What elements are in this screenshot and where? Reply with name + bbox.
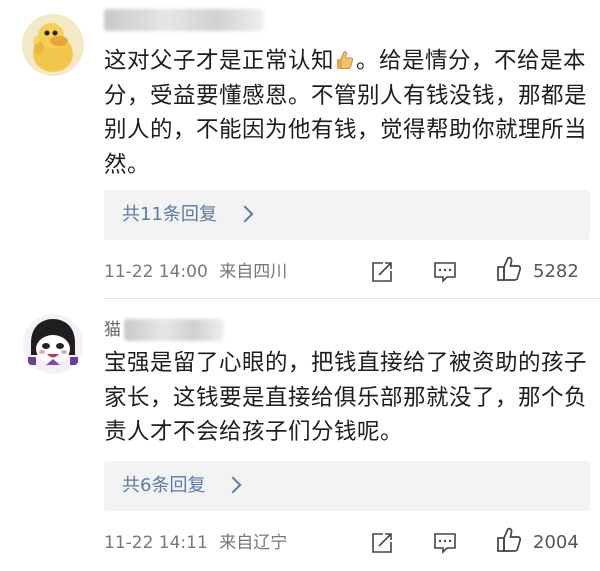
thumbs-up-emoji-icon (337, 51, 354, 69)
thumbs-up-icon (497, 256, 522, 281)
like-count: 2004 (533, 532, 579, 553)
username[interactable]: 猫 (104, 318, 121, 342)
thumbs-up-icon (497, 527, 522, 552)
comment-text: 宝强是留了心眼的，把钱直接给了被资助的孩子家长，这钱要是直接给俱乐部那就没了，那… (104, 350, 588, 445)
share-button[interactable] (370, 528, 396, 558)
reply-count-label: 共6条回复 (122, 475, 206, 496)
duck-avatar-icon (22, 14, 84, 76)
comment-meta: 11-22 14:00 来自四川 (104, 257, 287, 287)
avatar[interactable] (22, 313, 84, 375)
cartoon-girl-avatar-icon (22, 313, 84, 375)
location: 来自四川 (219, 262, 288, 282)
comment-text: 这对父子才是正常认知 。给是情分，不给是本分，受益要懂感恩。不管别人有钱没钱，那都… (104, 48, 588, 178)
username-redaction (104, 9, 264, 31)
location: 来自辽宁 (219, 533, 288, 553)
username-redaction (124, 319, 224, 341)
timestamp: 11-22 14:00 (104, 262, 208, 282)
comment-meta: 11-22 14:11 来自辽宁 (104, 528, 287, 558)
comment-button[interactable] (433, 528, 459, 558)
like-button[interactable] (495, 254, 525, 284)
like-button[interactable] (495, 525, 525, 555)
reply-count-label: 共11条回复 (122, 204, 217, 225)
comment-icon (434, 262, 456, 283)
comment-button[interactable] (433, 257, 459, 287)
avatar[interactable] (22, 14, 84, 76)
share-icon (372, 262, 392, 282)
chevron-right-icon (236, 205, 254, 223)
comment-icon (434, 533, 456, 554)
divider (104, 298, 600, 299)
timestamp: 11-22 14:11 (104, 533, 208, 553)
share-icon (372, 533, 392, 553)
like-count: 5282 (533, 261, 579, 282)
share-button[interactable] (370, 257, 396, 287)
reply-summary-button[interactable]: 共11条回复 (104, 190, 590, 240)
reply-summary-button[interactable]: 共6条回复 (104, 461, 590, 511)
chevron-right-icon (224, 476, 242, 494)
